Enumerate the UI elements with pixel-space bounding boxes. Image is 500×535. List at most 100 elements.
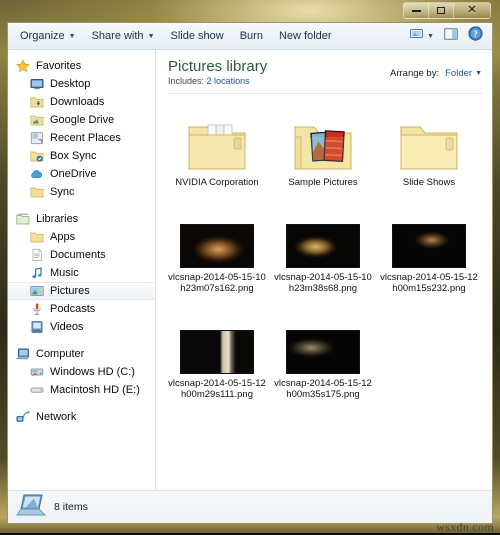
sidebar-header-label: Libraries	[36, 213, 79, 225]
includes-locations-link[interactable]: 2 locations	[207, 76, 250, 86]
sidebar-item-music[interactable]: Music	[8, 264, 155, 282]
library-title-wrap: Pictures library Includes: 2 locations	[168, 58, 390, 86]
sidebar-item-windows-hd-c[interactable]: Windows HD (C:)	[8, 363, 155, 381]
file-item-image[interactable]: vlcsnap-2014-05-15-12h00m15s232.png	[376, 195, 482, 301]
sidebar-item-label: OneDrive	[50, 168, 97, 180]
podcasts-icon	[30, 302, 44, 316]
file-grid[interactable]: NVIDIA Corporation Sample Pictures Slide…	[156, 94, 492, 407]
library-header: Pictures library Includes: 2 locations A…	[156, 50, 492, 90]
thumbnail-box	[392, 198, 466, 268]
sidebar-item-macintosh-hd-e[interactable]: Macintosh HD (E:)	[8, 381, 155, 399]
folder-icon	[30, 185, 44, 199]
body-split: Favorites Desktop Downloads Google Drive…	[8, 50, 492, 490]
library-includes: Includes: 2 locations	[168, 76, 390, 86]
sidebar-item-sync[interactable]: Sync	[8, 183, 155, 201]
sidebar-item-box-sync[interactable]: Box Sync	[8, 147, 155, 165]
arrange-by-value[interactable]: Folder ▼	[445, 68, 482, 79]
sidebar-item-apps[interactable]: Apps	[8, 228, 155, 246]
arrange-by-control[interactable]: Arrange by: Folder ▼	[390, 58, 482, 79]
computer-icon	[16, 347, 30, 361]
sidebar-header-label: Favorites	[36, 60, 82, 72]
folder-icon	[400, 126, 458, 170]
chevron-down-icon: ▼	[147, 32, 155, 40]
folder-icon	[30, 230, 44, 244]
nav-group-computer: Computer Windows HD (C:) Macintosh HD (E…	[8, 345, 155, 399]
star-icon	[16, 59, 30, 73]
sidebar-item-label: Macintosh HD (E:)	[50, 384, 140, 396]
sidebar-item-label: Podcasts	[50, 303, 96, 315]
organize-button[interactable]: Organize ▼	[12, 27, 84, 45]
burn-button[interactable]: Burn	[232, 27, 271, 45]
file-item-folder[interactable]: NVIDIA Corporation	[164, 100, 270, 195]
sidebar-item-label: Google Drive	[50, 114, 115, 126]
sidebar-item-desktop[interactable]: Desktop	[8, 75, 155, 93]
includes-label: Includes:	[168, 76, 205, 86]
thumbnail-box	[292, 103, 354, 173]
file-item-image[interactable]: vlcsnap-2014-05-15-12h00m29s111.png	[164, 301, 270, 407]
navigation-pane[interactable]: Favorites Desktop Downloads Google Drive…	[8, 50, 156, 490]
sidebar-item-documents[interactable]: Documents	[8, 246, 155, 264]
sidebar-item-label: Recent Places	[50, 132, 121, 144]
command-toolbar: Organize ▼ Share with ▼ Slide show Burn …	[8, 23, 492, 50]
thumbnail-box	[186, 103, 248, 173]
file-item-image[interactable]: vlcsnap-2014-05-15-12h00m35s175.png	[270, 301, 376, 407]
view-icon	[410, 27, 424, 45]
new-folder-button[interactable]: New folder	[271, 27, 340, 45]
computer-icon	[16, 492, 47, 523]
box-sync-icon	[30, 149, 44, 163]
image-thumbnail	[392, 224, 466, 268]
file-list-pane[interactable]: Pictures library Includes: 2 locations A…	[156, 50, 492, 490]
pictures-icon	[30, 284, 44, 298]
file-item-image[interactable]: vlcsnap-2014-05-15-10h23m38s68.png	[270, 195, 376, 301]
file-name: vlcsnap-2014-05-15-10h23m07s162.png	[168, 272, 266, 294]
sidebar-header-network[interactable]: Network	[8, 408, 155, 426]
sidebar-item-podcasts[interactable]: Podcasts	[8, 300, 155, 318]
minimize-button[interactable]	[404, 3, 429, 18]
nav-group-network: Network	[8, 408, 155, 426]
network-icon	[16, 410, 30, 424]
help-button[interactable]: ?	[463, 24, 488, 48]
thumbnail-box	[398, 103, 460, 173]
sidebar-item-recent-places[interactable]: Recent Places	[8, 129, 155, 147]
thumbnail-box	[180, 198, 254, 268]
close-icon: ✕	[467, 4, 477, 16]
image-thumbnail	[286, 224, 360, 268]
sidebar-item-onedrive[interactable]: OneDrive	[8, 165, 155, 183]
sidebar-item-google-drive[interactable]: Google Drive	[8, 111, 155, 129]
recent-places-icon	[30, 131, 44, 145]
help-icon: ?	[468, 26, 483, 46]
svg-text:?: ?	[473, 29, 478, 39]
title-bar[interactable]: ✕	[0, 0, 500, 22]
arrange-by-label: Arrange by:	[390, 68, 440, 79]
sidebar-item-downloads[interactable]: Downloads	[8, 93, 155, 111]
sidebar-header-libraries[interactable]: Libraries	[8, 210, 155, 228]
status-bar: 8 items	[8, 490, 492, 523]
sidebar-item-label: Sync	[50, 186, 75, 198]
maximize-button[interactable]	[429, 3, 454, 18]
change-view-button[interactable]: ▼	[405, 25, 439, 47]
file-name: Sample Pictures	[288, 177, 358, 188]
arrange-by-text: Folder	[445, 68, 473, 79]
sidebar-item-label: Windows HD (C:)	[50, 366, 135, 378]
sidebar-header-computer[interactable]: Computer	[8, 345, 155, 363]
close-button[interactable]: ✕	[454, 3, 490, 18]
desktop-icon	[30, 77, 44, 91]
preview-pane-button[interactable]	[439, 25, 463, 47]
share-with-label: Share with	[91, 30, 144, 42]
sidebar-item-videos[interactable]: Videos	[8, 318, 155, 336]
file-name: vlcsnap-2014-05-15-10h23m38s68.png	[274, 272, 372, 294]
file-item-image[interactable]: vlcsnap-2014-05-15-10h23m07s162.png	[164, 195, 270, 301]
file-item-folder[interactable]: Sample Pictures	[270, 100, 376, 195]
file-item-folder[interactable]: Slide Shows	[376, 100, 482, 195]
chevron-down-icon[interactable]: ▼	[427, 33, 434, 40]
sidebar-header-label: Computer	[36, 348, 85, 360]
folder-pictures-icon	[294, 126, 352, 170]
slide-show-button[interactable]: Slide show	[163, 27, 232, 45]
videos-icon	[30, 320, 44, 334]
share-with-button[interactable]: Share with ▼	[84, 27, 163, 45]
preview-pane-icon	[444, 27, 458, 45]
sidebar-header-favorites[interactable]: Favorites	[8, 57, 155, 75]
chevron-down-icon: ▼	[475, 70, 482, 77]
client-area: Organize ▼ Share with ▼ Slide show Burn …	[7, 22, 493, 524]
sidebar-item-pictures[interactable]: Pictures	[8, 282, 155, 300]
